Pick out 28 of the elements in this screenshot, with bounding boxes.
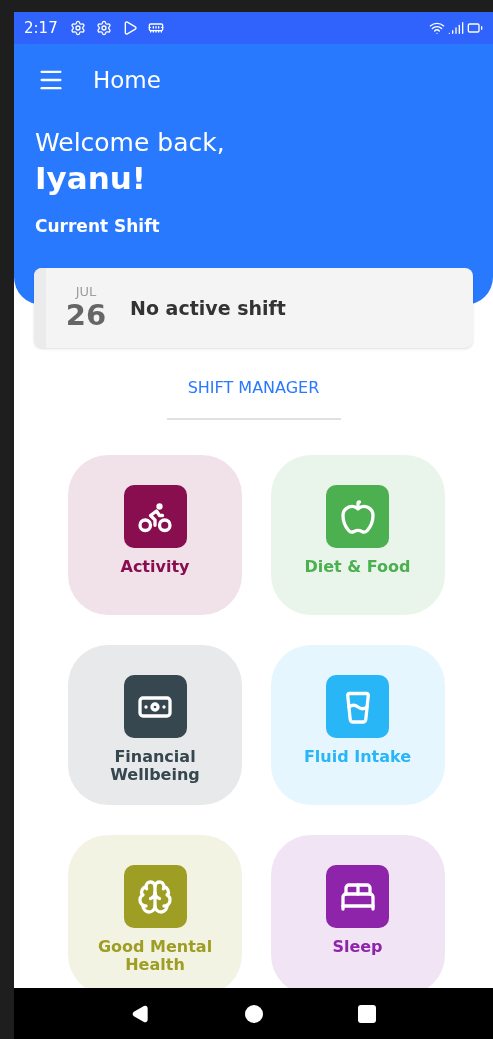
category-label: Good Mental Health bbox=[96, 938, 214, 974]
app-bar-title: Home bbox=[93, 65, 161, 95]
wifi-icon bbox=[429, 20, 445, 36]
recents-button[interactable] bbox=[357, 1004, 376, 1023]
shift-status: No active shift bbox=[130, 295, 286, 321]
apple-icon bbox=[339, 498, 376, 535]
category-tile[interactable]: Financial Wellbeing bbox=[68, 645, 242, 805]
battery-icon bbox=[467, 20, 483, 36]
category-label: Diet & Food bbox=[303, 558, 412, 576]
shift-month: JUL bbox=[75, 285, 97, 299]
section-heading: Current Shift bbox=[35, 215, 161, 238]
brain-icon bbox=[137, 878, 173, 915]
shift-day: 26 bbox=[65, 299, 107, 331]
gear-icon bbox=[69, 20, 86, 36]
gear-icon bbox=[95, 20, 112, 36]
shift-manager-link[interactable]: SHIFT MANAGER bbox=[187, 376, 320, 400]
home-button[interactable] bbox=[245, 1004, 264, 1023]
shift-card[interactable]: JUL 26 No active shift bbox=[34, 268, 473, 348]
status-time: 2:17 bbox=[24, 17, 58, 39]
category-tile[interactable]: Sleep bbox=[270, 835, 445, 988]
signal-icon bbox=[448, 20, 464, 36]
user-name: Iyanu! bbox=[35, 159, 147, 198]
category-label: Financial Wellbeing bbox=[109, 748, 201, 784]
category-label: Activity bbox=[119, 558, 191, 576]
category-label: Sleep bbox=[331, 938, 384, 956]
category-label: Fluid Intake bbox=[302, 748, 413, 766]
category-tile[interactable]: Activity bbox=[68, 455, 242, 615]
welcome-text: Welcome back, bbox=[35, 128, 226, 158]
